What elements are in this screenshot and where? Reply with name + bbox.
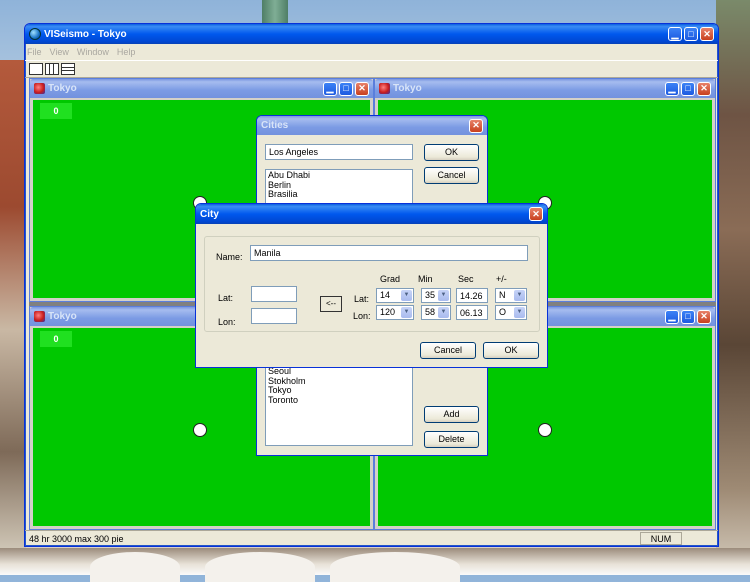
city-name-input[interactable]: Manila <box>250 245 528 261</box>
marker-dot <box>193 423 207 437</box>
child-title-bar[interactable]: Tokyo ▁ □ ✕ <box>375 79 715 98</box>
name-label: Name: <box>216 252 243 262</box>
lon-sign-select[interactable]: O ▼ <box>495 305 527 320</box>
lon-dms-label: Lon: <box>353 311 371 321</box>
chevron-down-icon[interactable]: ▼ <box>401 307 412 318</box>
close-icon[interactable]: ✕ <box>700 27 714 41</box>
maximize-icon[interactable]: □ <box>339 81 353 96</box>
lon-decimal-input[interactable] <box>251 308 297 324</box>
city-dialog: City ✕ Name: Manila Lat: Lon: <-- Grad M… <box>195 203 548 368</box>
copy-coordinates-button[interactable]: <-- <box>320 296 342 312</box>
status-text: 48 hr 3000 max 300 pie <box>29 533 124 544</box>
child-title: Tokyo <box>48 83 77 94</box>
lon-min-select[interactable]: 58 ▼ <box>421 305 451 320</box>
app-globe-icon <box>29 28 41 40</box>
city-search-input[interactable]: Los Angeles <box>265 144 413 160</box>
lat-grad-value: 14 <box>380 290 391 300</box>
close-icon[interactable]: ✕ <box>469 118 483 133</box>
list-item[interactable]: Brasilia <box>268 189 410 200</box>
cities-list-top[interactable]: Abu Dhabi Berlin Brasilia <box>265 169 413 205</box>
city-title-bar[interactable]: City ✕ <box>196 204 547 224</box>
cities-ok-button[interactable]: OK <box>424 144 479 161</box>
minimize-icon[interactable]: ▁ <box>665 81 679 96</box>
menu-view[interactable]: View <box>50 47 69 57</box>
lon-grad-value: 120 <box>380 307 396 317</box>
close-icon[interactable]: ✕ <box>697 81 711 96</box>
status-bar: 48 hr 3000 max 300 pie NUM <box>25 530 718 546</box>
background-umbrella <box>205 552 315 582</box>
lat-sign-value: N <box>499 290 506 300</box>
chevron-down-icon[interactable]: ▼ <box>438 307 449 318</box>
maximize-icon[interactable]: □ <box>684 27 698 41</box>
new-document-icon[interactable] <box>29 63 43 75</box>
tile-vertical-icon[interactable] <box>45 63 59 75</box>
lat-decimal-input[interactable] <box>251 286 297 302</box>
menu-help[interactable]: Help <box>117 47 136 57</box>
city-ok-button[interactable]: OK <box>483 342 539 359</box>
add-city-button[interactable]: Add <box>424 406 479 423</box>
seismo-icon <box>34 311 45 322</box>
chevron-down-icon[interactable]: ▼ <box>438 290 449 301</box>
cities-title: Cities <box>261 120 289 131</box>
num-lock-indicator: NUM <box>640 532 682 545</box>
seismo-icon <box>34 83 45 94</box>
close-icon[interactable]: ✕ <box>355 81 369 96</box>
child-title: Tokyo <box>393 83 422 94</box>
toolbar <box>25 60 718 78</box>
lat-sign-select[interactable]: N ▼ <box>495 288 527 303</box>
city-title: City <box>200 208 219 220</box>
menu-file[interactable]: File <box>27 47 42 57</box>
value-readout: 0 <box>40 331 72 347</box>
background-building-left <box>0 60 26 550</box>
sec-header: Sec <box>458 274 474 284</box>
cities-cancel-button[interactable]: Cancel <box>424 167 479 184</box>
tile-horizontal-icon[interactable] <box>61 63 75 75</box>
close-icon[interactable]: ✕ <box>529 207 543 221</box>
lon-sign-value: O <box>499 307 507 317</box>
main-title-bar[interactable]: VISeismo - Tokyo ▁ □ ✕ <box>25 24 718 44</box>
list-item[interactable]: Toronto <box>268 395 410 406</box>
background-umbrella <box>330 552 460 582</box>
background-tower <box>262 0 288 24</box>
lon-min-value: 58 <box>425 307 436 317</box>
chevron-down-icon[interactable]: ▼ <box>401 290 412 301</box>
minimize-icon[interactable]: ▁ <box>668 27 682 41</box>
value-readout: 0 <box>40 103 72 119</box>
lon-label: Lon: <box>218 317 236 327</box>
menu-bar: File View Window Help <box>25 44 718 60</box>
main-window-title: VISeismo - Tokyo <box>44 28 127 40</box>
seismo-icon <box>379 83 390 94</box>
close-icon[interactable]: ✕ <box>697 309 711 324</box>
lon-sec-input[interactable]: 06.13 <box>456 305 488 320</box>
delete-city-button[interactable]: Delete <box>424 431 479 448</box>
cities-title-bar[interactable]: Cities ✕ <box>257 116 487 135</box>
lon-grad-select[interactable]: 120 ▼ <box>376 305 414 320</box>
lat-sec-input[interactable]: 14.26 <box>456 288 488 303</box>
city-cancel-button[interactable]: Cancel <box>420 342 476 359</box>
chevron-down-icon[interactable]: ▼ <box>514 307 525 318</box>
minimize-icon[interactable]: ▁ <box>323 81 337 96</box>
lat-label: Lat: <box>218 293 234 303</box>
background-building-right <box>716 0 750 575</box>
minimize-icon[interactable]: ▁ <box>665 309 679 324</box>
min-header: Min <box>418 274 433 284</box>
background-umbrella <box>90 552 180 582</box>
maximize-icon[interactable]: □ <box>681 81 695 96</box>
child-title-bar[interactable]: Tokyo ▁ □ ✕ <box>30 79 373 98</box>
lat-min-select[interactable]: 35 ▼ <box>421 288 451 303</box>
marker-dot <box>538 423 552 437</box>
grad-header: Grad <box>380 274 401 284</box>
sign-header: +/- <box>496 274 507 284</box>
lat-dms-label: Lat: <box>354 294 370 304</box>
lat-grad-select[interactable]: 14 ▼ <box>376 288 414 303</box>
chevron-down-icon[interactable]: ▼ <box>514 290 525 301</box>
menu-window[interactable]: Window <box>77 47 109 57</box>
lat-min-value: 35 <box>425 290 436 300</box>
maximize-icon[interactable]: □ <box>681 309 695 324</box>
cities-list-bottom[interactable]: Seoul Stokholm Tokyo Toronto <box>265 366 413 446</box>
